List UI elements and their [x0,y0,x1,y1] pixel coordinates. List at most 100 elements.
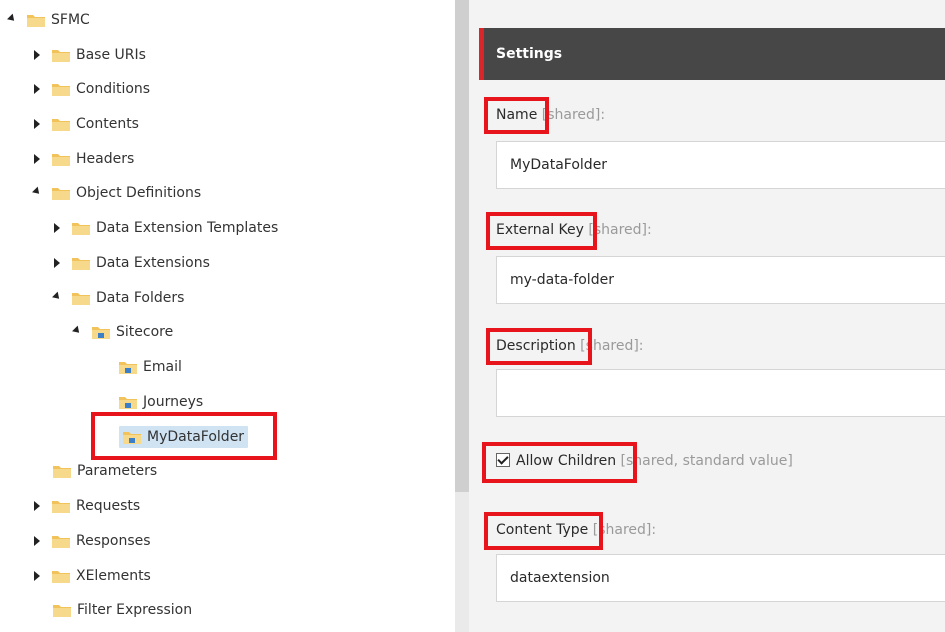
field-label-text: Content Type [496,522,589,538]
folder-icon [52,84,70,96]
content-type-field-label: Content Type [shared]: [496,522,656,538]
expand-arrow-icon[interactable] [51,250,63,276]
tree-node-label: Object Definitions [76,185,202,201]
tree-node-conditions[interactable]: Conditions [31,76,150,102]
folder-icon [52,571,70,583]
data-folder-icon [92,327,110,339]
tree-node-email[interactable]: Email [98,354,182,380]
settings-panel: Settings Name [shared]: MyDataFolder Ext… [469,0,945,632]
section-title: Settings [496,46,563,62]
tree-node-label: XElements [76,568,151,584]
folder-icon [52,501,70,513]
tree-node-label: Requests [76,498,141,514]
expand-arrow-icon[interactable] [31,42,43,68]
content-type-input-value: dataextension [510,570,610,586]
allow-children-checkbox[interactable] [496,453,510,467]
data-folder-icon [119,397,137,409]
field-label-text: Name [496,107,538,123]
field-label-text: Description [496,338,576,354]
tree-node-sfmc[interactable]: SFMC [6,7,90,33]
folder-icon [53,605,71,617]
folder-icon [52,50,70,62]
folder-icon [52,536,70,548]
folder-icon [52,154,70,166]
expand-arrow-icon[interactable] [31,111,43,137]
tree-node-data-extensions[interactable]: Data Extensions [51,250,210,276]
allow-children-field: Allow Children [shared, standard value] [496,453,793,469]
collapse-arrow-icon[interactable] [6,7,18,33]
tree-node-label: Filter Expression [77,602,193,618]
tree-node-label: Sitecore [116,324,174,340]
tree-node-label: MyDataFolder [147,429,245,445]
tree-node-label: Responses [76,533,151,549]
tree-node-label: Headers [76,151,135,167]
folder-icon [52,119,70,131]
field-label-meta: [shared]: [537,107,606,123]
tree-node-contents[interactable]: Contents [31,111,139,137]
external-key-field-label: External Key [shared]: [496,222,652,238]
content-type-input[interactable]: dataextension [496,554,945,602]
folder-icon [27,15,45,27]
tree-node-label: Data Folders [96,290,185,306]
collapse-arrow-icon[interactable] [31,180,43,206]
tree-node-label: Parameters [77,463,158,479]
tree-node-xelements[interactable]: XElements [31,563,151,589]
tree-node-label: Journeys [143,394,204,410]
tree-node-label: Conditions [76,81,151,97]
tree-node-requests[interactable]: Requests [31,493,140,519]
tree-node-data-extension-templates[interactable]: Data Extension Templates [51,215,278,241]
tree-node-parameters[interactable]: Parameters [32,458,157,484]
scrollbar-thumb[interactable] [455,0,469,492]
tree-node-filter-expression[interactable]: Filter Expression [32,597,192,623]
data-folder-icon [119,362,137,374]
external-key-input[interactable]: my-data-folder [496,256,945,304]
tree-node-label: Data Extensions [96,255,210,271]
tree-node-label: Contents [76,116,139,132]
tree-node-sitecore[interactable]: Sitecore [71,319,173,345]
description-field-label: Description [shared]: [496,338,644,354]
tree-node-label: Data Extension Templates [96,220,279,236]
name-input-value: MyDataFolder [510,157,608,173]
folder-icon [72,258,90,270]
field-label-meta: [shared, standard value] [616,453,793,469]
name-field-label: Name [shared]: [496,107,605,123]
field-label-meta: [shared]: [588,522,657,538]
content-tree: SFMC Base URIs Conditions Contents Heade… [0,0,455,632]
expand-arrow-icon[interactable] [31,76,43,102]
field-label-meta: [shared]: [575,338,644,354]
folder-icon [72,293,90,305]
expand-arrow-icon[interactable] [31,563,43,589]
name-input[interactable]: MyDataFolder [496,141,945,189]
tree-node-label: SFMC [51,12,90,28]
collapse-arrow-icon[interactable] [71,319,83,345]
tree-node-base-uris[interactable]: Base URIs [31,42,146,68]
section-header-settings[interactable]: Settings [479,28,945,80]
collapse-arrow-icon[interactable] [51,285,63,311]
field-label-meta: [shared]: [583,222,652,238]
tree-node-mydatafolder[interactable]: MyDataFolder [98,424,249,450]
tree-node-responses[interactable]: Responses [31,528,151,554]
folder-icon [53,466,71,478]
tree-node-data-folders[interactable]: Data Folders [51,285,184,311]
expand-arrow-icon[interactable] [51,215,63,241]
field-label-text: External Key [496,222,584,238]
selection-highlight: MyDataFolder [119,426,249,448]
field-label-text: Allow Children [516,453,617,469]
expand-arrow-icon[interactable] [31,493,43,519]
tree-node-label: Base URIs [76,47,146,63]
tree-node-headers[interactable]: Headers [31,146,134,172]
external-key-input-value: my-data-folder [510,272,614,288]
tree-node-object-definitions[interactable]: Object Definitions [31,180,201,206]
expand-arrow-icon[interactable] [31,528,43,554]
expand-arrow-icon[interactable] [31,146,43,172]
folder-icon [72,223,90,235]
folder-icon [52,188,70,200]
description-input[interactable] [496,369,945,417]
tree-node-label: Email [143,359,182,375]
tree-node-journeys[interactable]: Journeys [98,389,203,415]
